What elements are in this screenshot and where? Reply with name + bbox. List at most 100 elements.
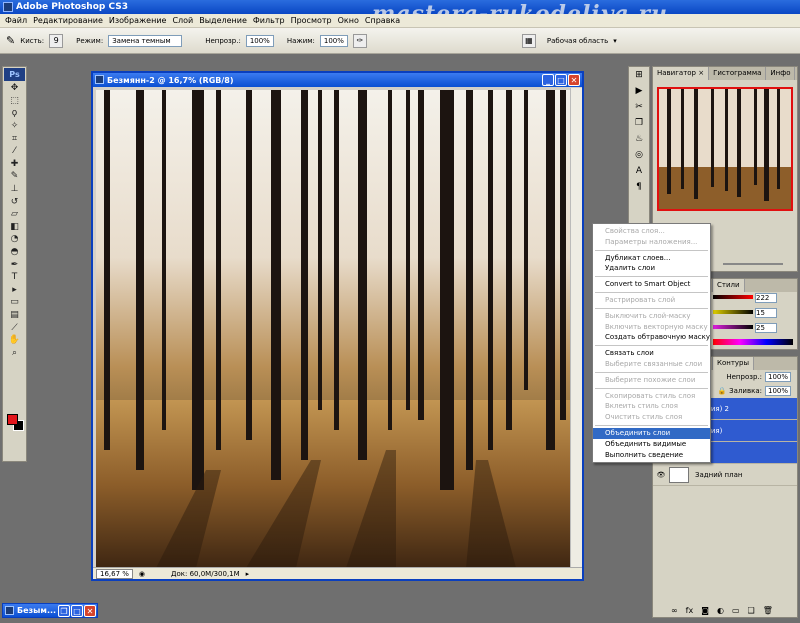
green-slider[interactable] [713, 310, 753, 314]
close-button[interactable]: ✕ [84, 605, 96, 617]
airbrush-icon[interactable]: ✑ [352, 33, 367, 48]
path-selection-tool-icon[interactable]: ▸ [3, 284, 26, 297]
foreground-color-swatch[interactable] [7, 414, 18, 425]
group-icon[interactable]: ▭ [732, 606, 740, 615]
history-brush-tool-icon[interactable]: ↺ [3, 195, 26, 208]
menu-item[interactable]: Справка [362, 16, 403, 25]
document-title-bar[interactable]: Безмянн-2 @ 16,7% (RGB/8) _ □ ✕ [93, 73, 582, 87]
panel-tab[interactable]: Гистограмма [709, 67, 767, 80]
layer-comps-icon[interactable]: ❐ [629, 115, 649, 131]
adjustment-icon[interactable]: ◐ [717, 606, 724, 615]
context-menu-item[interactable]: Выполнить сведение [593, 450, 710, 461]
tab-paths[interactable]: Контуры [713, 357, 755, 370]
brush-preset-picker[interactable]: 9 [49, 33, 64, 48]
chevron-down-icon[interactable]: ▾ [613, 37, 617, 45]
brushes-icon[interactable]: ♨ [629, 131, 649, 147]
hand-tool-icon[interactable]: ✋ [3, 334, 26, 347]
blue-value[interactable]: 25 [755, 323, 777, 333]
fx-icon[interactable]: fx [686, 606, 694, 615]
magic-wand-tool-icon[interactable]: ✧ [3, 120, 26, 133]
healing-brush-tool-icon[interactable]: ✚ [3, 158, 26, 171]
lock-icon[interactable]: 🔒 [717, 387, 726, 395]
palette-well-icon[interactable]: ▦ [521, 33, 536, 48]
blur-tool-icon[interactable]: ◔ [3, 233, 26, 246]
trash-icon[interactable]: 🗑 [763, 606, 773, 615]
brush-tool-icon[interactable]: ✎ [6, 34, 15, 47]
menu-item[interactable]: Выделение [196, 16, 250, 25]
clone-stamp-tool-icon[interactable]: ⊥ [3, 183, 26, 196]
history-icon[interactable]: ⊞ [629, 67, 649, 83]
eraser-tool-icon[interactable]: ▱ [3, 208, 26, 221]
menu-item[interactable]: Файл [2, 16, 30, 25]
close-button[interactable]: ✕ [568, 74, 580, 86]
minimized-document[interactable]: Безым... ❐ □ ✕ [2, 603, 98, 618]
status-icon[interactable]: ◉ [139, 570, 145, 578]
status-menu-arrow-icon[interactable]: ▸ [246, 570, 250, 578]
context-menu-item[interactable]: Convert to Smart Object [593, 279, 710, 290]
lasso-tool-icon[interactable]: ϙ [3, 107, 26, 120]
zoom-field[interactable]: 16,67 % [96, 568, 133, 579]
menu-item[interactable]: Слой [169, 16, 196, 25]
layers-fill-value[interactable]: 100% [764, 386, 791, 396]
panel-tab[interactable]: Навигатор × [653, 67, 710, 80]
menu-item[interactable]: Фильтр [250, 16, 288, 25]
context-menu-item[interactable]: Объединить слои [593, 427, 710, 439]
opacity-field[interactable]: 100% [245, 34, 274, 47]
menu-item[interactable]: Окно [335, 16, 362, 25]
minimize-button[interactable]: _ [542, 74, 554, 86]
gradient-tool-icon[interactable]: ◧ [3, 221, 26, 234]
restore-button[interactable]: ❐ [58, 605, 70, 617]
image-canvas[interactable] [96, 90, 571, 568]
context-menu-item[interactable]: Связать слои [593, 348, 710, 359]
menu-item[interactable]: Изображение [106, 16, 170, 25]
mask-icon[interactable]: ◙ [701, 606, 709, 615]
context-menu-item[interactable]: Объединить видимые [593, 439, 710, 450]
slice-tool-icon[interactable]: ⁄ [3, 145, 26, 158]
menu-separator [593, 274, 710, 279]
menu-item[interactable]: Редактирование [30, 16, 106, 25]
tab-styles[interactable]: Стили [713, 279, 745, 292]
red-slider[interactable] [713, 295, 753, 299]
layers-opacity-value[interactable]: 100% [764, 372, 791, 382]
maximize-button[interactable]: □ [555, 74, 567, 86]
brush-tool-icon[interactable]: ✎ [3, 170, 26, 183]
type-tool-icon[interactable]: T [3, 271, 26, 284]
mode-select[interactable]: Замена темным [108, 34, 183, 47]
context-menu-item[interactable]: Дубликат слоев... [593, 253, 710, 264]
paragraph-icon[interactable]: ¶ [629, 179, 649, 195]
marquee-tool-icon[interactable]: ⬚ [3, 95, 26, 108]
panel-tab[interactable]: Инфо [766, 67, 796, 80]
red-value[interactable]: 222 [755, 293, 777, 303]
new-layer-icon[interactable]: ❑ [748, 606, 755, 615]
link-icon[interactable]: ∞ [671, 606, 678, 615]
notes-tool-icon[interactable]: ▤ [3, 309, 26, 322]
crop-tool-icon[interactable]: ⌗ [3, 132, 26, 145]
workspace-menu[interactable]: Рабочая область [547, 37, 608, 45]
context-menu-item[interactable]: Создать обтравочную маску [593, 332, 710, 343]
blue-slider[interactable] [713, 325, 753, 329]
clone-source-icon[interactable]: ◎ [629, 147, 649, 163]
eyedropper-tool-icon[interactable]: ⟋ [3, 321, 26, 334]
navigator-preview[interactable] [657, 87, 793, 211]
menu-item[interactable]: Просмотр [288, 16, 335, 25]
dodge-tool-icon[interactable]: ◓ [3, 246, 26, 259]
zoom-tool-icon[interactable]: ⌕ [3, 346, 26, 359]
tree-trunk [271, 90, 281, 480]
vertical-scrollbar[interactable] [570, 88, 582, 568]
zoom-slider[interactable] [723, 263, 783, 265]
flow-field[interactable]: 100% [319, 34, 348, 47]
layer-row[interactable]: 👁 Задний план [653, 464, 797, 486]
move-tool-icon[interactable]: ✥ [3, 82, 26, 95]
context-menu-item[interactable]: Удалить слои [593, 263, 710, 274]
color-ramp[interactable] [713, 339, 793, 345]
document-icon [5, 606, 14, 615]
green-value[interactable]: 15 [755, 308, 777, 318]
eye-icon[interactable]: 👁 [653, 471, 669, 479]
pen-tool-icon[interactable]: ✒ [3, 258, 26, 271]
shape-tool-icon[interactable]: ▭ [3, 296, 26, 309]
actions-icon[interactable]: ▶ [629, 83, 649, 99]
menu-separator [593, 248, 710, 253]
character-icon[interactable]: A [629, 163, 649, 179]
tool-presets-icon[interactable]: ✂ [629, 99, 649, 115]
maximize-button[interactable]: □ [71, 605, 83, 617]
